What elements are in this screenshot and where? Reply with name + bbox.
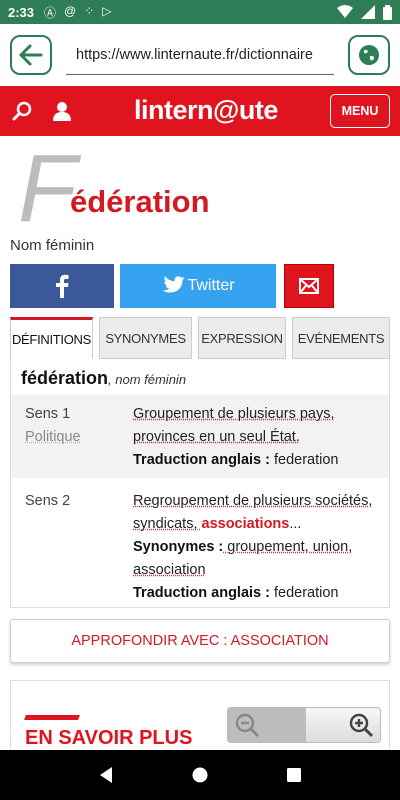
approfondir-button[interactable]: APPROFONDIR AVEC : ASSOCIATION — [10, 619, 390, 663]
translation-value: federation — [269, 585, 339, 601]
twitter-label: Twitter — [187, 277, 235, 294]
back-button[interactable] — [10, 35, 52, 75]
associations-link[interactable]: associations — [202, 516, 290, 532]
translation-label: Traduction anglais : — [133, 585, 270, 601]
menu-button[interactable]: MENU — [330, 94, 390, 128]
search-button[interactable] — [10, 99, 34, 123]
translation-label: Traduction anglais : — [133, 452, 270, 468]
big-initial-letter: F — [18, 135, 77, 242]
site-header: lintern@ute MENU — [0, 86, 400, 136]
twitter-share-button[interactable]: Twitter — [120, 264, 276, 308]
facebook-share-button[interactable] — [10, 264, 114, 308]
sense-row: Sens 1 Politique Groupement de plusieurs… — [11, 395, 389, 478]
tab-evenements[interactable]: EVÉNEMENTS — [292, 317, 390, 359]
status-time: 2:33 — [8, 4, 35, 20]
at-icon: @ — [64, 3, 77, 18]
definitions-panel: fédération, nom féminin Sens 1 Politique… — [10, 358, 390, 608]
globe-button[interactable] — [348, 35, 390, 75]
twitter-bird-icon — [162, 276, 186, 293]
home-nav-icon[interactable] — [191, 766, 209, 784]
sense-row: Sens 2 Regroupement de plusieurs société… — [11, 478, 389, 611]
sense-label: Sens 2 — [25, 493, 71, 509]
tab-synonymes[interactable]: SYNONYMES — [99, 317, 192, 359]
back-nav-icon[interactable] — [98, 766, 114, 784]
tab-definitions[interactable]: DÉFINITIONS — [10, 317, 93, 359]
user-icon — [53, 102, 71, 121]
page-title: édération — [70, 184, 210, 219]
part-of-speech: , nom féminin — [108, 372, 187, 387]
translation-value: federation — [269, 452, 339, 468]
definition-headword: fédération, nom féminin — [11, 358, 389, 395]
tab-expression[interactable]: EXPRESSION — [198, 317, 286, 359]
en-savoir-plus-section: EN SAVOIR PLUS — [10, 680, 390, 760]
dots-icon: ⁘ — [84, 3, 95, 18]
system-nav-bar — [0, 750, 400, 800]
entry-heading: F édération — [10, 135, 390, 242]
zoom-in-button[interactable] — [306, 708, 380, 742]
battery-icon — [383, 4, 392, 20]
zoom-out-button[interactable] — [228, 708, 306, 742]
headword: fédération — [21, 368, 109, 388]
site-logo[interactable]: lintern@ute — [134, 95, 278, 126]
sense-label: Sens 1 — [25, 406, 71, 422]
status-bar: 2:33 Ⓐ @ ⁘ ▷ — [0, 0, 400, 24]
email-share-button[interactable] — [284, 264, 334, 308]
zoom-control — [227, 707, 381, 743]
recents-nav-icon[interactable] — [286, 767, 302, 783]
play-store-icon: ▷ — [102, 3, 112, 18]
entry-tabs: DÉFINITIONS SYNONYMES EXPRESSION EVÉNEME… — [10, 317, 390, 359]
mail-icon — [299, 278, 319, 294]
entry-gender: Nom féminin — [10, 237, 95, 254]
section-accent-bar — [24, 715, 80, 720]
signal-icon — [361, 5, 375, 19]
globe-icon — [359, 45, 379, 65]
ellipsis: ... — [289, 516, 302, 532]
wifi-icon — [337, 5, 353, 18]
zoom-in-icon — [349, 713, 374, 738]
zoom-out-icon — [235, 713, 260, 738]
url-field[interactable]: https://www.linternaute.fr/dictionnaire — [66, 35, 334, 75]
sense-domain-link[interactable]: Politique — [25, 426, 133, 449]
back-arrow-icon — [19, 44, 43, 66]
sense-definition: Groupement de plusieurs pays, provinces … — [133, 406, 335, 445]
search-icon — [12, 101, 32, 121]
synonyms-label: Synonymes : — [133, 539, 224, 555]
browser-toolbar: https://www.linternaute.fr/dictionnaire — [0, 24, 400, 86]
section-title: EN SAVOIR PLUS — [25, 727, 193, 749]
facebook-icon — [56, 274, 69, 298]
notification-a-icon: Ⓐ — [44, 5, 57, 20]
account-button[interactable] — [50, 99, 74, 123]
